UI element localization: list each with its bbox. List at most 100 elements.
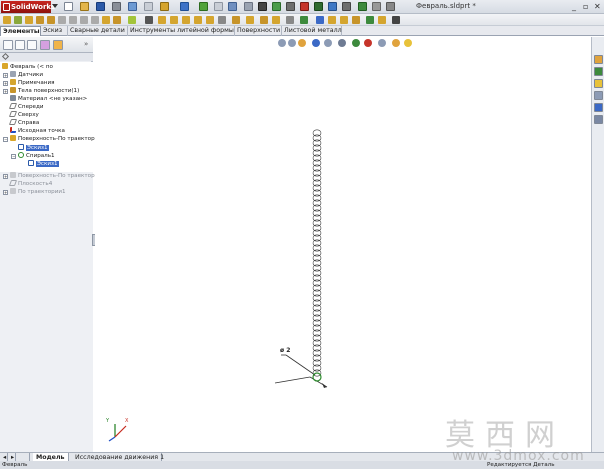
wrap-icon[interactable] <box>206 16 214 24</box>
display-manager-tab-icon[interactable] <box>53 40 63 50</box>
expand-icon[interactable]: + <box>3 89 8 94</box>
profile-circle[interactable] <box>312 372 322 382</box>
instant3d-icon[interactable] <box>260 16 268 24</box>
tree-item-sweep1[interactable]: По траектории1 <box>10 188 66 196</box>
curvature-icon[interactable] <box>300 2 309 11</box>
feature-manager-tab-icon[interactable] <box>3 40 13 50</box>
reference-geometry-icon[interactable] <box>232 16 240 24</box>
expand-icon[interactable]: + <box>3 81 8 86</box>
fillet-icon[interactable] <box>102 16 110 24</box>
draft-icon[interactable] <box>182 16 190 24</box>
equations-icon[interactable] <box>258 2 267 11</box>
delete-body-icon[interactable] <box>316 16 324 24</box>
tree-item-top-plane[interactable]: Сверху <box>8 111 39 119</box>
mass-properties-icon[interactable] <box>272 2 281 11</box>
view-orientation-icon[interactable] <box>324 39 332 47</box>
tree-item-annotations[interactable]: Примечания <box>10 79 54 87</box>
redo-icon[interactable] <box>144 2 153 11</box>
expand-icon[interactable]: + <box>3 73 8 78</box>
filter-icon[interactable] <box>1 52 10 61</box>
deform-icon[interactable] <box>352 16 360 24</box>
cut-extrude-icon[interactable] <box>58 16 66 24</box>
property-manager-tab-icon[interactable] <box>15 40 25 50</box>
solidworks-resources-icon[interactable] <box>594 55 603 64</box>
expand-icon[interactable]: + <box>3 190 8 195</box>
expand-panel-icon[interactable]: » <box>84 40 88 48</box>
tab-weldments[interactable]: Сварные детали <box>68 26 128 36</box>
boundary-icon[interactable] <box>47 16 55 24</box>
section-view-tool-icon[interactable] <box>312 39 320 47</box>
view-palette-icon[interactable] <box>594 91 603 100</box>
hide-show-items-icon[interactable] <box>352 39 360 47</box>
tree-item-surface-bodies[interactable]: Тела поверхности(1) <box>10 87 79 95</box>
macro-icon[interactable] <box>358 2 367 11</box>
graphics-area[interactable]: ø 2 Y X <box>95 37 591 455</box>
intersect-icon[interactable] <box>218 16 226 24</box>
zebra-icon[interactable] <box>314 2 323 11</box>
tree-item-sketch1-profile[interactable]: Эскиз1 <box>18 144 49 152</box>
flex-icon[interactable] <box>340 16 348 24</box>
design-library-icon[interactable] <box>594 67 603 76</box>
save-icon[interactable] <box>96 2 105 11</box>
revolve-icon[interactable] <box>14 16 22 24</box>
tree-item-sensors[interactable]: Датчики <box>10 71 43 79</box>
zoom-to-fit-icon[interactable] <box>278 39 286 47</box>
measure-icon[interactable] <box>244 2 253 11</box>
sweep-icon[interactable] <box>25 16 33 24</box>
expand-icon[interactable]: + <box>3 174 8 179</box>
tree-item-material[interactable]: Материал <не указан> <box>10 95 87 103</box>
print-icon[interactable] <box>112 2 121 11</box>
move-body-icon[interactable] <box>286 16 294 24</box>
appearances-icon[interactable] <box>594 103 603 112</box>
dome-icon[interactable] <box>194 16 202 24</box>
previous-view-icon[interactable] <box>298 39 306 47</box>
options-icon[interactable] <box>228 2 237 11</box>
diameter-dimension[interactable]: ø 2 <box>280 347 290 354</box>
configuration-manager-tab-icon[interactable] <box>27 40 37 50</box>
solidworks-logo[interactable]: SolidWorks <box>1 1 55 13</box>
help-icon[interactable] <box>386 2 395 11</box>
draft-analysis-icon[interactable] <box>328 2 337 11</box>
tab-features[interactable]: Элементы <box>0 26 41 36</box>
menu-arrow-icon[interactable] <box>52 4 58 8</box>
sketch-toolbar-icon[interactable] <box>392 16 400 24</box>
close-icon[interactable]: ✕ <box>594 3 601 11</box>
curves-icon[interactable] <box>246 16 254 24</box>
split-icon[interactable] <box>272 16 280 24</box>
apply-scene-icon[interactable] <box>378 39 386 47</box>
rebuild-traffic-icon[interactable] <box>199 2 208 11</box>
section-view-icon[interactable] <box>286 2 295 11</box>
scale-icon[interactable] <box>378 16 386 24</box>
extrude-icon[interactable] <box>3 16 11 24</box>
display-style-icon[interactable] <box>338 39 346 47</box>
custom-properties-icon[interactable] <box>594 115 603 124</box>
collapse-icon[interactable]: − <box>3 137 8 142</box>
restore-icon[interactable]: ▫ <box>583 3 588 11</box>
rebuild-icon[interactable] <box>160 2 169 11</box>
tree-item-sketch1-path[interactable]: Эскиз1 <box>28 160 59 168</box>
cut-revolve-icon[interactable] <box>80 16 88 24</box>
tree-item-origin[interactable]: Исходная точка <box>10 127 65 135</box>
rib-icon[interactable] <box>128 16 136 24</box>
tab-surfaces[interactable]: Поверхности <box>235 26 282 36</box>
tree-item-right-plane[interactable]: Справа <box>8 119 39 127</box>
edit-appearance-icon[interactable] <box>364 39 372 47</box>
tree-item-plane4[interactable]: Плоскость4 <box>8 180 52 188</box>
pattern-icon[interactable] <box>145 16 153 24</box>
select-icon[interactable] <box>180 2 189 11</box>
tab-mold-tools[interactable]: Инструменты литейной формы <box>128 26 235 36</box>
undo-icon[interactable] <box>128 2 137 11</box>
collapse-icon[interactable]: − <box>11 154 16 159</box>
cut-sweep-icon[interactable] <box>91 16 99 24</box>
open-folder-icon[interactable] <box>80 2 89 11</box>
combine-icon[interactable] <box>300 16 308 24</box>
freeform-icon[interactable] <box>328 16 336 24</box>
chamfer-icon[interactable] <box>113 16 121 24</box>
tab-sheet-metal[interactable]: Листовой металл <box>282 26 342 36</box>
hole-wizard-icon[interactable] <box>69 16 77 24</box>
realview-icon[interactable] <box>404 39 412 47</box>
minimize-icon[interactable]: _ <box>572 3 576 11</box>
shell-icon[interactable] <box>170 16 178 24</box>
tree-item-helix1[interactable]: Спираль1 <box>18 152 55 160</box>
mirror-icon[interactable] <box>158 16 166 24</box>
